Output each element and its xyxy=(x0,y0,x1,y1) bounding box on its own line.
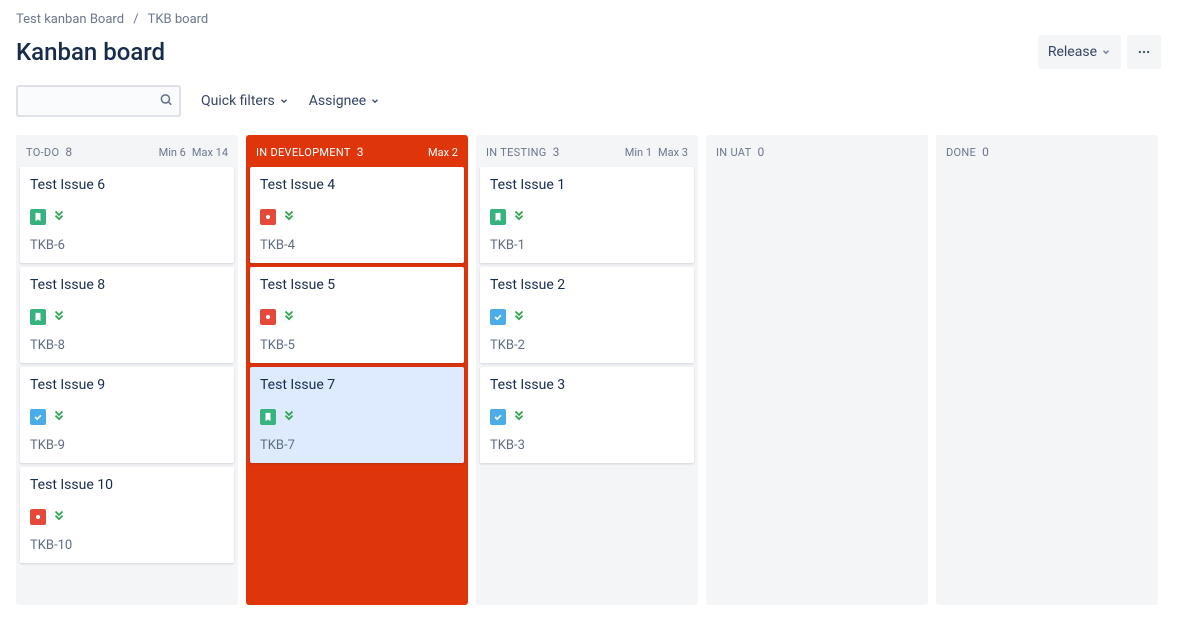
breadcrumb-parent[interactable]: Test kanban Board xyxy=(16,12,124,27)
card-key: TKB-2 xyxy=(490,338,684,353)
card-key: TKB-3 xyxy=(490,438,684,453)
kanban-card[interactable]: Test Issue 10 TKB-10 xyxy=(20,467,234,563)
search-box xyxy=(16,85,181,117)
card-title: Test Issue 8 xyxy=(30,277,224,293)
column-header: DONE 0 xyxy=(936,135,1158,167)
kanban-card[interactable]: Test Issue 8 TKB-8 xyxy=(20,267,234,363)
bug-icon xyxy=(260,209,276,225)
column-min: Min 1 xyxy=(625,146,652,159)
card-list: Test Issue 1TKB-1Test Issue 2TKB-2Test I… xyxy=(476,167,698,467)
card-title: Test Issue 2 xyxy=(490,277,684,293)
card-title: Test Issue 3 xyxy=(490,377,684,393)
priority-icon xyxy=(52,307,66,326)
breadcrumb: Test kanban Board / TKB board xyxy=(16,12,1161,27)
column-in-development: IN DEVELOPMENT3Max 2Test Issue 4TKB-4Tes… xyxy=(246,135,468,605)
priority-icon xyxy=(52,407,66,426)
column-count: 8 xyxy=(65,145,72,159)
column-count: 0 xyxy=(757,145,764,159)
chevron-down-icon xyxy=(370,96,380,106)
card-key: TKB-10 xyxy=(30,538,224,553)
card-title: Test Issue 4 xyxy=(260,177,454,193)
check-icon xyxy=(490,309,506,325)
chevron-down-icon xyxy=(279,96,289,106)
priority-icon xyxy=(282,407,296,426)
kanban-card[interactable]: Test Issue 5 TKB-5 xyxy=(250,267,464,363)
column-min: Min 6 xyxy=(159,146,186,159)
column-header: TO-DO 8 Min 6 Max 14 xyxy=(16,135,238,167)
assignee-label: Assignee xyxy=(309,93,366,109)
priority-icon xyxy=(52,207,66,226)
priority-icon xyxy=(282,307,296,326)
column-title: TO-DO xyxy=(26,146,59,159)
column-count: 3 xyxy=(553,145,560,159)
column-max: Max 3 xyxy=(658,146,688,159)
assignee-dropdown[interactable]: Assignee xyxy=(309,93,380,109)
column-title: DONE xyxy=(946,146,976,159)
card-title: Test Issue 10 xyxy=(30,477,224,493)
card-key: TKB-7 xyxy=(260,438,454,453)
quick-filters-label: Quick filters xyxy=(201,93,275,109)
bug-icon xyxy=(260,309,276,325)
card-list xyxy=(706,167,928,171)
release-button[interactable]: Release xyxy=(1038,35,1121,69)
bookmark-icon xyxy=(490,209,506,225)
kanban-card[interactable]: Test Issue 6 TKB-6 xyxy=(20,167,234,263)
kanban-card[interactable]: Test Issue 2 TKB-2 xyxy=(480,267,694,363)
column-header: IN DEVELOPMENT 3 Max 2 xyxy=(246,135,468,167)
bookmark-icon xyxy=(260,409,276,425)
column-title: IN DEVELOPMENT xyxy=(256,146,351,159)
breadcrumb-separator: / xyxy=(133,12,138,27)
more-actions-button[interactable] xyxy=(1127,35,1161,69)
card-title: Test Issue 5 xyxy=(260,277,454,293)
column-in-testing: IN TESTING3Min 1Max 3Test Issue 1TKB-1Te… xyxy=(476,135,698,605)
card-title: Test Issue 1 xyxy=(490,177,684,193)
card-key: TKB-1 xyxy=(490,238,684,253)
priority-icon xyxy=(52,507,66,526)
card-list xyxy=(936,167,1158,171)
card-key: TKB-5 xyxy=(260,338,454,353)
column-title: IN UAT xyxy=(716,146,751,159)
release-label: Release xyxy=(1048,44,1097,60)
kanban-card[interactable]: Test Issue 4 TKB-4 xyxy=(250,167,464,263)
column-count: 0 xyxy=(982,145,989,159)
bug-icon xyxy=(30,509,46,525)
quick-filters-dropdown[interactable]: Quick filters xyxy=(201,93,289,109)
card-title: Test Issue 6 xyxy=(30,177,224,193)
check-icon xyxy=(490,409,506,425)
priority-icon xyxy=(282,207,296,226)
priority-icon xyxy=(512,207,526,226)
card-title: Test Issue 7 xyxy=(260,377,454,393)
priority-icon xyxy=(512,307,526,326)
column-max: Max 2 xyxy=(428,146,458,159)
column-done: DONE 0 xyxy=(936,135,1158,605)
bookmark-icon xyxy=(30,309,46,325)
card-key: TKB-9 xyxy=(30,438,224,453)
breadcrumb-current[interactable]: TKB board xyxy=(148,12,209,27)
card-key: TKB-8 xyxy=(30,338,224,353)
check-icon xyxy=(30,409,46,425)
kanban-card[interactable]: Test Issue 7 TKB-7 xyxy=(250,367,464,463)
page-title: Kanban board xyxy=(16,38,165,66)
column-max: Max 14 xyxy=(192,146,228,159)
search-input[interactable] xyxy=(16,85,181,117)
column-header: IN UAT 0 xyxy=(706,135,928,167)
column-header: IN TESTING 3 Min 1 Max 3 xyxy=(476,135,698,167)
column-title: IN TESTING xyxy=(486,146,547,159)
bookmark-icon xyxy=(30,209,46,225)
kanban-card[interactable]: Test Issue 9 TKB-9 xyxy=(20,367,234,463)
card-list: Test Issue 6TKB-6Test Issue 8TKB-8Test I… xyxy=(16,167,238,567)
card-key: TKB-6 xyxy=(30,238,224,253)
card-list: Test Issue 4TKB-4Test Issue 5TKB-5Test I… xyxy=(246,167,468,467)
card-key: TKB-4 xyxy=(260,238,454,253)
column-to-do: TO-DO8Min 6Max 14Test Issue 6TKB-6Test I… xyxy=(16,135,238,605)
column-in-uat: IN UAT 0 xyxy=(706,135,928,605)
priority-icon xyxy=(512,407,526,426)
kanban-card[interactable]: Test Issue 3 TKB-3 xyxy=(480,367,694,463)
chevron-down-icon xyxy=(1101,47,1111,57)
dots-horizontal-icon xyxy=(1137,42,1151,62)
card-title: Test Issue 9 xyxy=(30,377,224,393)
kanban-card[interactable]: Test Issue 1 TKB-1 xyxy=(480,167,694,263)
column-count: 3 xyxy=(357,145,364,159)
